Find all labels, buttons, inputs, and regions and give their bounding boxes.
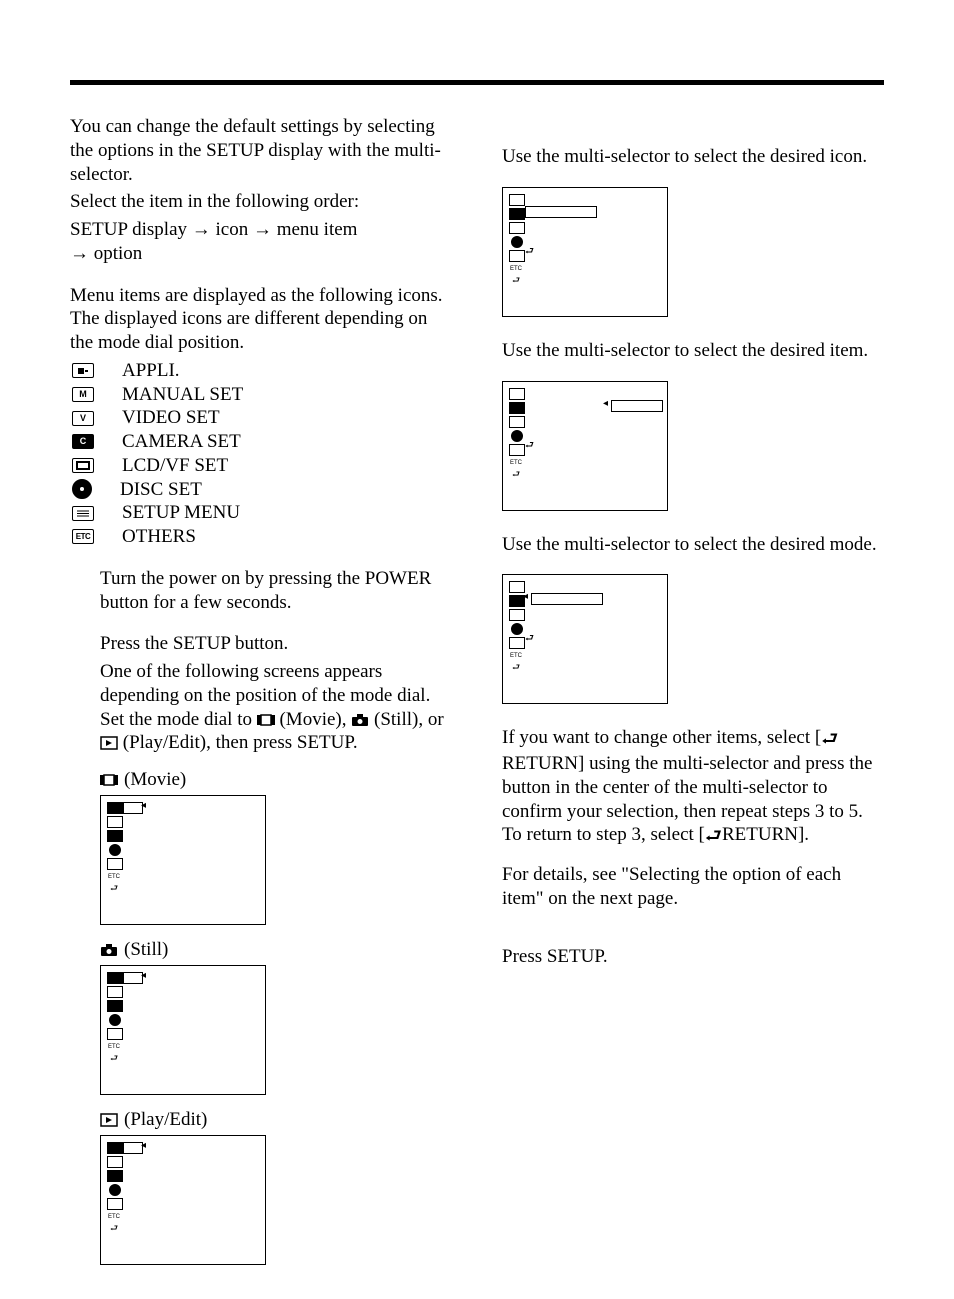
intro-p4: Menu items are displayed as the followin… bbox=[70, 284, 452, 355]
left-column: You can change the default settings by s… bbox=[70, 115, 452, 1265]
setup-menu-icon bbox=[72, 506, 94, 521]
still-icon bbox=[351, 713, 369, 727]
intro-p1: You can change the default settings by s… bbox=[70, 115, 452, 186]
screen-step4: ETC ⮐ ◂ ⮐ bbox=[502, 381, 668, 511]
icon-label: VIDEO SET bbox=[122, 406, 220, 430]
mode-label-text: (Still) bbox=[124, 939, 168, 961]
icon-row-setup: SETUP MENU bbox=[70, 501, 452, 525]
icon-row-others: ETC OTHERS bbox=[70, 525, 452, 549]
step-4-text: Use the multi-selector to select the des… bbox=[502, 339, 884, 363]
screen-step5: ETC ⮐ ◂ ⮐ bbox=[502, 574, 668, 704]
icon-label: LCD/VF SET bbox=[122, 454, 228, 478]
right-column: Use the multi-selector to select the des… bbox=[502, 115, 884, 1265]
icon-label: CAMERA SET bbox=[122, 430, 241, 454]
disc-set-icon bbox=[72, 479, 92, 499]
return-icon: ⮐ bbox=[821, 728, 838, 752]
step-2a-text: Press the SETUP button. bbox=[100, 632, 452, 656]
icon-row-video: V VIDEO SET bbox=[70, 406, 452, 430]
step-6-text: If you want to change other items, selec… bbox=[502, 726, 884, 849]
mode-label-play: (Play/Edit) bbox=[100, 1109, 452, 1131]
icon-row-camera: C CAMERA SET bbox=[70, 430, 452, 454]
intro-p3: SETUP display → icon → menu item → optio… bbox=[70, 218, 452, 266]
play-edit-icon bbox=[100, 736, 118, 750]
icon-label: DISC SET bbox=[120, 478, 202, 502]
icon-label: APPLI. bbox=[122, 359, 180, 383]
step-2b-text: One of the following screens appears dep… bbox=[100, 660, 452, 755]
appli-icon bbox=[72, 363, 94, 378]
icon-label: SETUP MENU bbox=[122, 501, 240, 525]
icon-row-disc: DISC SET bbox=[70, 478, 452, 502]
screen-step3: ETC ⮐ ⮐ bbox=[502, 187, 668, 317]
step-1-text: Turn the power on by pressing the POWER … bbox=[100, 567, 452, 615]
step-3-text: Use the multi-selector to select the des… bbox=[502, 145, 884, 169]
mode-label-still: (Still) bbox=[100, 939, 452, 961]
lcd-vf-set-icon bbox=[72, 458, 94, 473]
play-edit-icon bbox=[100, 1113, 118, 1127]
step-2: Press the SETUP button. One of the follo… bbox=[70, 632, 452, 755]
screen-still: ETC ⮐ ◂ bbox=[100, 965, 266, 1095]
details-note: For details, see "Selecting the option o… bbox=[502, 863, 884, 911]
icon-row-appli: APPLI. bbox=[70, 359, 452, 383]
step-1: Turn the power on by pressing the POWER … bbox=[70, 567, 452, 615]
still-icon bbox=[100, 943, 118, 957]
mode-label-text: (Movie) bbox=[124, 769, 186, 791]
step-5-text: Use the multi-selector to select the des… bbox=[502, 533, 884, 557]
menu-icon-list: APPLI. M MANUAL SET V VIDEO SET C CAMERA… bbox=[70, 359, 452, 549]
camera-set-icon: C bbox=[72, 434, 94, 449]
movie-icon bbox=[257, 713, 275, 727]
intro-p2: Select the item in the following order: bbox=[70, 190, 452, 214]
header-rule bbox=[70, 80, 884, 85]
return-icon: ⮐ bbox=[705, 825, 722, 849]
mode-label-movie: (Movie) bbox=[100, 769, 452, 791]
screen-play: ETC ⮐ ◂ bbox=[100, 1135, 266, 1265]
mode-label-text: (Play/Edit) bbox=[124, 1109, 207, 1131]
movie-icon bbox=[100, 773, 118, 787]
manual-set-icon: M bbox=[72, 387, 94, 402]
icon-label: MANUAL SET bbox=[122, 383, 243, 407]
video-set-icon: V bbox=[72, 411, 94, 426]
others-icon: ETC bbox=[72, 529, 94, 544]
step-7-text: Press SETUP. bbox=[502, 945, 884, 969]
icon-row-lcd: LCD/VF SET bbox=[70, 454, 452, 478]
screen-movie: ETC ⮐ ◂ bbox=[100, 795, 266, 925]
icon-row-manual: M MANUAL SET bbox=[70, 383, 452, 407]
icon-label: OTHERS bbox=[122, 525, 196, 549]
